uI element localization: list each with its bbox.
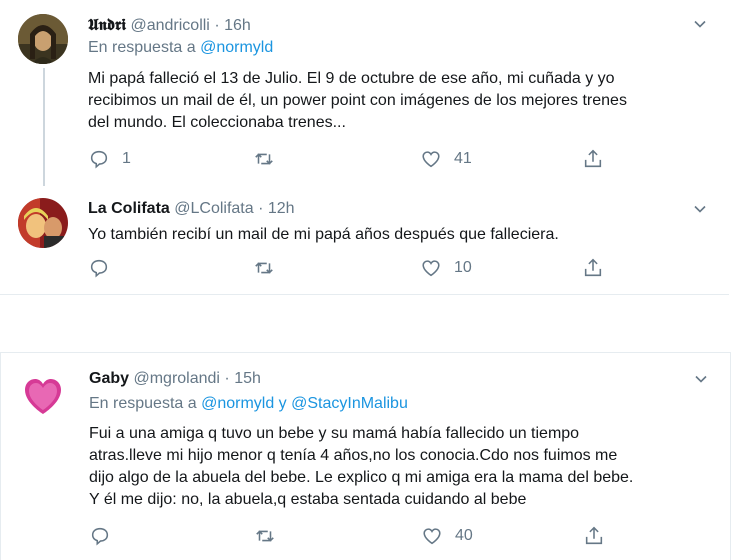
tweet-text: Mi papá falleció el 13 de Julio. El 9 de… — [88, 68, 708, 134]
like-button[interactable]: 40 — [421, 524, 473, 548]
like-icon — [423, 528, 441, 545]
share-button[interactable] — [582, 256, 604, 280]
chevron-down-icon[interactable] — [693, 17, 707, 31]
share-button[interactable] — [583, 524, 605, 548]
text-line: Yo también recibí un mail de mi papá año… — [88, 226, 559, 243]
reply-count: 1 — [122, 150, 131, 167]
tweet-time[interactable]: · 12h — [258, 200, 294, 217]
reply-button[interactable] — [89, 524, 123, 548]
retweet-icon — [255, 153, 273, 165]
like-count: 10 — [454, 259, 472, 276]
retweet-icon — [256, 530, 274, 542]
reply-icon — [90, 259, 108, 278]
author-name[interactable]: Gaby @mgrolandi · 15h — [89, 370, 261, 388]
reply-prefix: En respuesta a — [88, 39, 201, 56]
share-icon — [584, 149, 602, 168]
like-count: 40 — [455, 527, 473, 544]
like-count: 41 — [454, 150, 472, 167]
tweet-andricolli[interactable]: 𝖀𝖓𝖉𝖗𝖎 @andricolli · 16h En respuesta a @… — [0, 0, 729, 190]
avatar[interactable] — [18, 370, 68, 420]
retweet-button[interactable] — [254, 524, 288, 548]
author-name[interactable]: La Colifata @LColifata · 12h — [88, 200, 295, 218]
author-name[interactable]: 𝖀𝖓𝖉𝖗𝖎 @andricolli · 16h — [88, 15, 251, 35]
tweet-text: Fui a una amiga q tuvo un bebe y su mamá… — [89, 423, 709, 511]
reply-context: En respuesta a @normyld y @StacyInMalibu — [89, 395, 408, 413]
share-icon — [584, 258, 602, 277]
tweet-actions: 10 — [88, 256, 628, 280]
text-line: dijo algo de la abuela del bebe. Le expl… — [89, 469, 634, 486]
reply-mention[interactable]: @normyld — [200, 39, 273, 56]
text-line: recibimos un mail de él, un power point … — [88, 92, 627, 109]
reply-icon — [90, 150, 108, 169]
tweet-time[interactable]: · 16h — [214, 17, 250, 34]
text-line: Fui a una amiga q tuvo un bebe y su mamá… — [89, 425, 580, 442]
tweet-text: Yo también recibí un mail de mi papá año… — [88, 224, 708, 246]
like-button[interactable]: 10 — [420, 256, 472, 280]
like-button[interactable]: 41 — [420, 147, 472, 171]
tweet-mgrolandi[interactable]: Gaby @mgrolandi · 15h En respuesta a @no… — [0, 352, 731, 560]
share-button[interactable] — [582, 147, 604, 171]
author-handle[interactable]: @andricolli — [130, 17, 209, 34]
share-icon — [585, 526, 603, 545]
thread-line — [43, 68, 45, 186]
tweet-lcolifata[interactable]: La Colifata @LColifata · 12h Yo también … — [0, 190, 729, 295]
retweet-button[interactable] — [253, 147, 287, 171]
chevron-down-icon[interactable] — [694, 372, 708, 386]
reply-icon — [91, 527, 109, 546]
avatar[interactable] — [18, 198, 68, 248]
author-handle[interactable]: @LColifata — [174, 200, 253, 217]
avatar[interactable] — [18, 14, 68, 64]
reply-button[interactable] — [88, 256, 122, 280]
tweet-actions: 40 — [89, 524, 629, 548]
reply-mention[interactable]: @normyld y @StacyInMalibu — [201, 395, 408, 412]
author-handle[interactable]: @mgrolandi — [133, 370, 220, 387]
tweet-actions: 1 41 — [88, 147, 628, 171]
text-line: Y él me dijo: no, la abuela,q estaba sen… — [89, 491, 527, 508]
chevron-down-icon[interactable] — [693, 202, 707, 216]
like-icon — [422, 260, 440, 277]
reply-context: En respuesta a @normyld — [88, 39, 273, 57]
reply-button[interactable]: 1 — [88, 147, 131, 171]
divider — [0, 294, 729, 295]
text-line: atras.lleve mi hijo menor q tenía 4 años… — [89, 447, 618, 464]
retweet-button[interactable] — [253, 256, 287, 280]
text-line: del mundo. El coleccionaba trenes... — [88, 114, 346, 131]
reply-prefix: En respuesta a — [89, 395, 202, 412]
tweet-time[interactable]: · 15h — [224, 370, 260, 387]
text-line: Mi papá falleció el 13 de Julio. El 9 de… — [88, 70, 615, 87]
like-icon — [422, 151, 440, 168]
retweet-icon — [255, 262, 273, 274]
